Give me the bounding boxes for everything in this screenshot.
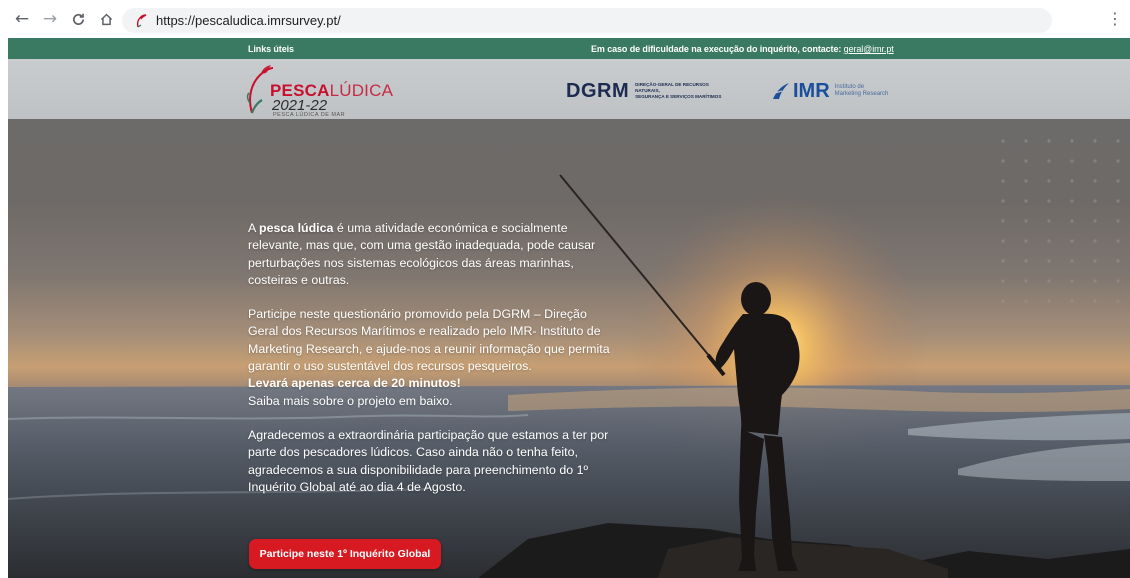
pescaludica-tagline: PESCA LÚDICA DE MAR [273, 112, 346, 118]
useful-links-link[interactable]: Links úteis [248, 44, 294, 54]
hero-description: A pesca lúdica é uma atividade económica… [248, 220, 620, 513]
participation-paragraph: Participe neste questionário promovido p… [248, 307, 610, 408]
back-arrow-icon[interactable]: ← [8, 5, 36, 33]
web-page: Links úteis Em caso de dificuldade na ex… [8, 38, 1130, 578]
forward-arrow-icon[interactable]: → [36, 5, 64, 33]
address-bar[interactable]: https://pescaludica.imrsurvey.pt/ [122, 8, 1052, 33]
reload-icon[interactable] [64, 5, 92, 33]
duration-notice: Levará apenas cerca de 20 minutos! [248, 376, 461, 391]
dgrm-wordmark: DGRM [566, 79, 630, 102]
site-header: PESCALÚDICA 2021-22 PESCA LÚDICA DE MAR … [8, 59, 1130, 119]
imr-logo[interactable]: IMR Instituto de Marketing Research [772, 79, 889, 102]
season-year: 2021-22 [272, 97, 328, 114]
dgrm-subtitle: DIREÇÃO-GERAL DE RECURSOS NATURAIS, SEGU… [635, 82, 722, 99]
imr-subtitle: Instituto de Marketing Research [834, 83, 889, 98]
top-info-bar: Links úteis Em caso de dificuldade na ex… [8, 38, 1130, 59]
intro-paragraph: A pesca lúdica é uma atividade económica… [248, 221, 596, 287]
contact-text: Em caso de dificuldade na execução do in… [591, 44, 842, 54]
participate-survey-button[interactable]: Participe neste 1º Inquérito Global [249, 539, 441, 569]
dgrm-logo[interactable]: DGRM DIREÇÃO-GERAL DE RECURSOS NATURAIS,… [566, 79, 723, 102]
contact-email-link[interactable]: geral@imr.pt [844, 44, 894, 54]
imr-wordmark: IMR [793, 79, 830, 102]
hero-section: A pesca lúdica é uma atividade económica… [8, 119, 1130, 578]
url-text: https://pescaludica.imrsurvey.pt/ [156, 13, 341, 28]
home-icon[interactable] [92, 5, 120, 33]
kebab-menu-icon[interactable]: ⋮ [1106, 9, 1124, 31]
browser-toolbar: ← → https://pescaludica.imrsurvey.pt/ ⋮ [0, 0, 1130, 38]
thanks-paragraph: Agradecemos a extraordinária participaçã… [248, 427, 609, 494]
contact-notice: Em caso de dificuldade na execução do in… [591, 44, 894, 54]
site-favicon-icon [134, 13, 148, 28]
imr-swoosh-icon [773, 83, 789, 99]
pescaludica-logo[interactable]: PESCALÚDICA 2021-22 PESCA LÚDICA DE MAR [244, 63, 404, 118]
